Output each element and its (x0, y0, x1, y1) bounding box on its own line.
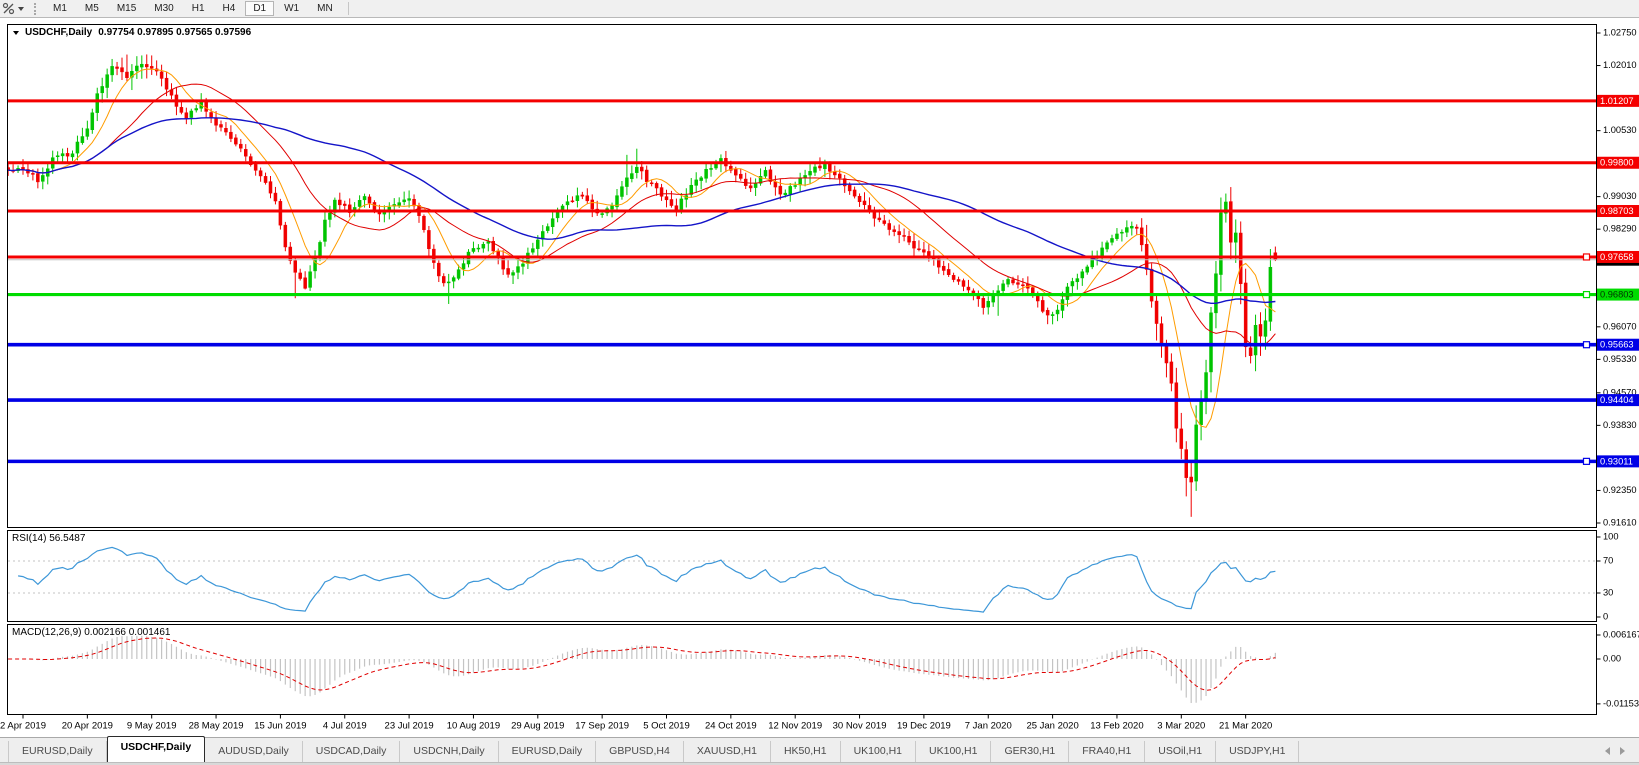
toolbar-dropdown-caret-icon[interactable] (18, 7, 24, 11)
symbol-tab-usdcad-daily[interactable]: USDCAD,Daily (303, 741, 401, 763)
date-label: 23 Jul 2019 (385, 721, 434, 732)
symbol-tab-fra40-h1[interactable]: FRA40,H1 (1069, 741, 1145, 763)
svg-text:0.91610: 0.91610 (1603, 517, 1637, 527)
symbol-tab-usdjpy-h1[interactable]: USDJPY,H1 (1216, 741, 1299, 763)
symbol-tab-audusd-daily[interactable]: AUDUSD,Daily (205, 741, 303, 763)
rsi-name: RSI(14) (12, 533, 46, 544)
symbol-tab-usdcnh-daily[interactable]: USDCNH,Daily (400, 741, 498, 763)
macd-current-values: 0.002166 0.001461 (84, 627, 170, 638)
chart-title: USDCHF,Daily 0.97754 0.97895 0.97565 0.9… (13, 27, 251, 38)
date-axis[interactable]: 2 Apr 2019 20 Apr 2019 9 May 2019 28 May 20… (0, 715, 1272, 732)
date-label: 28 May 2019 (189, 721, 244, 732)
date-label: 4 Jul 2019 (323, 721, 367, 732)
date-label: 3 Mar 2020 (1157, 721, 1205, 732)
svg-text:0.99800: 0.99800 (1600, 158, 1634, 168)
svg-text:0.98703: 0.98703 (1600, 206, 1634, 216)
symbol-tab-gbpusd-h4[interactable]: GBPUSD,H4 (596, 741, 684, 763)
symbol-tab-usoil-h1[interactable]: USOil,H1 (1145, 741, 1216, 763)
symbol-tab-usdchf-daily[interactable]: USDCHF,Daily (107, 736, 206, 763)
crosshair-tool-icon[interactable] (2, 2, 15, 15)
svg-text:0.94404: 0.94404 (1600, 395, 1634, 405)
macd-indicator-label: MACD(12,26,9) 0.002166 0.001461 (12, 627, 170, 638)
date-label: 12 Nov 2019 (768, 721, 822, 732)
chart-symbol-label: USDCHF,Daily (25, 27, 92, 38)
svg-text:0.006167: 0.006167 (1603, 629, 1639, 639)
svg-text:-0.011531: -0.011531 (1603, 698, 1639, 708)
date-label: 21 Mar 2020 (1219, 721, 1272, 732)
toolbar-separator (348, 2, 349, 15)
date-label: 30 Nov 2019 (833, 721, 887, 732)
timeframe-button-D1[interactable]: D1 (245, 1, 274, 16)
date-label: 7 Jan 2020 (965, 721, 1012, 732)
svg-text:0.95663: 0.95663 (1600, 340, 1634, 350)
date-label: 25 Jan 2020 (1026, 721, 1078, 732)
svg-text:0.96070: 0.96070 (1603, 321, 1637, 331)
date-label: 20 Apr 2019 (62, 721, 113, 732)
hline-handle-0.95663[interactable] (1584, 342, 1590, 348)
timeframe-button-M15[interactable]: M15 (109, 1, 144, 16)
symbol-tab-xauusd-h1[interactable]: XAUUSD,H1 (684, 741, 771, 763)
chart-tabs-bar: EURUSD,DailyUSDCHF,DailyAUDUSD,DailyUSDC… (0, 737, 1639, 763)
symbol-tab-eurusd-daily[interactable]: EURUSD,Daily (8, 741, 107, 763)
macd-name: MACD(12,26,9) (12, 627, 81, 638)
date-label: 2 Apr 2019 (0, 721, 46, 732)
symbol-tab-eurusd-daily[interactable]: EURUSD,Daily (499, 741, 597, 763)
tabs-scroll-arrows (1605, 738, 1639, 763)
tabs-scroll-right-icon[interactable] (1620, 747, 1625, 755)
date-label: 17 Sep 2019 (575, 721, 629, 732)
chart-canvas[interactable]: 1.02750 1.02010 1.00530 0.99030 0.98290 0.960… (0, 18, 1639, 737)
svg-text:1.02010: 1.02010 (1603, 60, 1637, 70)
svg-text:30: 30 (1603, 587, 1613, 597)
svg-text:1.02750: 1.02750 (1603, 27, 1637, 37)
date-label: 15 Jun 2019 (254, 721, 306, 732)
rsi-current-value: 56.5487 (49, 533, 85, 544)
chart-menu-caret-icon[interactable] (13, 31, 19, 35)
svg-text:0.92350: 0.92350 (1603, 485, 1637, 495)
date-label: 9 May 2019 (127, 721, 177, 732)
timeframe-button-M5[interactable]: M5 (77, 1, 107, 16)
svg-text:0.95330: 0.95330 (1603, 354, 1637, 364)
mt4-window: M1M5M15M30H1H4D1W1MN 1.02750 1.02010 1.005… (0, 0, 1639, 765)
timeframe-button-H4[interactable]: H4 (215, 1, 244, 16)
symbol-tab-uk100-h1[interactable]: UK100,H1 (841, 741, 916, 763)
date-label: 10 Aug 2019 (447, 721, 500, 732)
top-toolbar: M1M5M15M30H1H4D1W1MN (0, 0, 1639, 18)
timeframe-button-M1[interactable]: M1 (45, 1, 75, 16)
date-label: 24 Oct 2019 (705, 721, 757, 732)
symbol-tab-hk50-h1[interactable]: HK50,H1 (771, 741, 841, 763)
hline-handle-0.96803[interactable] (1584, 292, 1590, 298)
timeframe-button-H1[interactable]: H1 (184, 1, 213, 16)
tabs-scroll-left-icon[interactable] (1605, 747, 1610, 755)
hline-handle-0.97658[interactable] (1584, 254, 1590, 260)
svg-text:70: 70 (1603, 555, 1613, 565)
svg-text:0.96803: 0.96803 (1600, 290, 1634, 300)
timeframe-toolbar: M1M5M15M30H1H4D1W1MN (44, 0, 342, 17)
svg-text:0.97658: 0.97658 (1600, 252, 1634, 262)
timeframe-button-MN[interactable]: MN (309, 1, 341, 16)
svg-text:0.93830: 0.93830 (1603, 420, 1637, 430)
date-label: 19 Dec 2019 (897, 721, 951, 732)
toolbar-grip-handle[interactable] (34, 3, 36, 15)
date-label: 13 Feb 2020 (1090, 721, 1143, 732)
timeframe-button-M30[interactable]: M30 (146, 1, 181, 16)
svg-text:0.98290: 0.98290 (1603, 224, 1637, 234)
svg-text:0: 0 (1603, 611, 1608, 621)
svg-text:0.93011: 0.93011 (1600, 456, 1633, 466)
svg-text:0.00: 0.00 (1603, 653, 1621, 663)
symbol-tab-uk100-h1[interactable]: UK100,H1 (916, 741, 991, 763)
hline-handle-0.93011[interactable] (1584, 458, 1590, 464)
svg-text:100: 100 (1603, 531, 1619, 541)
timeframe-button-W1[interactable]: W1 (276, 1, 307, 16)
svg-text:1.00530: 1.00530 (1603, 125, 1637, 135)
date-label: 5 Oct 2019 (643, 721, 689, 732)
chart-ohlc-values: 0.97754 0.97895 0.97565 0.97596 (98, 27, 251, 38)
symbol-tab-ger30-h1[interactable]: GER30,H1 (991, 741, 1069, 763)
svg-text:0.99030: 0.99030 (1603, 191, 1637, 201)
price-axis[interactable]: 1.02750 1.02010 1.00530 0.99030 0.98290 0.960… (1597, 27, 1639, 708)
svg-text:1.01207: 1.01207 (1600, 96, 1634, 106)
date-label: 29 Aug 2019 (511, 721, 564, 732)
rsi-indicator-label: RSI(14) 56.5487 (12, 533, 85, 544)
